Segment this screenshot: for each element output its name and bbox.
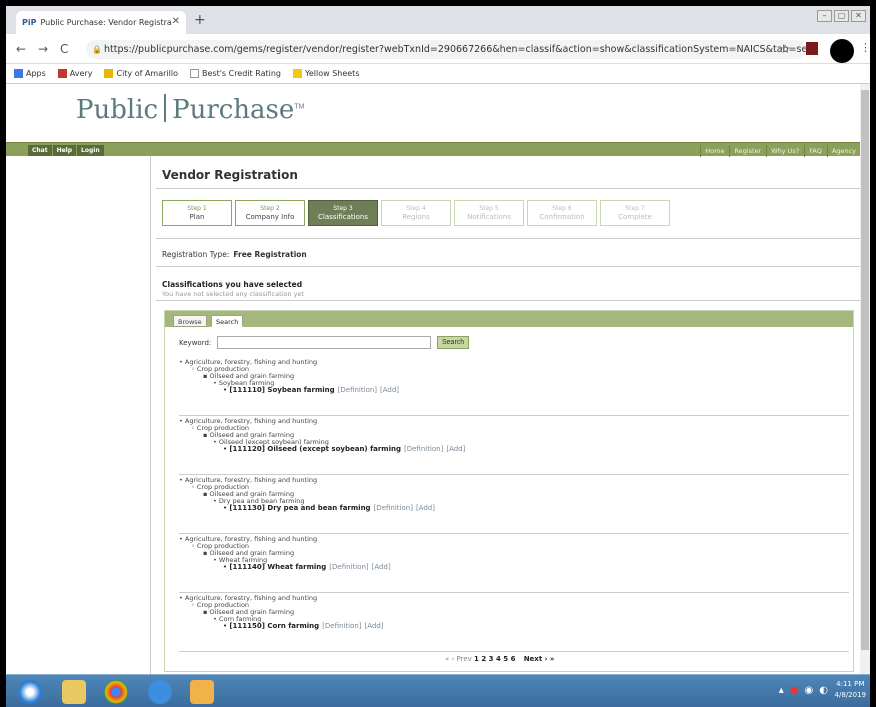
clock[interactable]: 4:11 PM 4/8/2019 [835,679,866,701]
result-item: • Agriculture, forestry, fishing and hun… [179,475,849,534]
tab-browse[interactable]: Browse [173,315,207,327]
step-notifications: Step 5 Notifications [454,200,524,226]
tab-search[interactable]: Search [211,315,244,327]
back-icon[interactable]: ← [16,42,26,56]
minimize-icon[interactable]: – [817,10,832,22]
maximize-icon[interactable]: ▢ [834,10,849,22]
panel-tab-bar: Browse Search [165,311,853,327]
nav-help[interactable]: Help [52,145,77,156]
add-link[interactable]: [Add] [372,563,391,571]
avery-icon [57,69,67,78]
nav-chat[interactable]: Chat [28,145,52,156]
menu-kebab-icon[interactable]: ⋮ [860,41,870,54]
classification-panel: Browse Search Keyword: Search • Agricult… [164,310,854,672]
search-button[interactable]: Search [437,336,470,349]
step-regions: Step 4 Regions [381,200,451,226]
bookmark-city-of-amarillo[interactable]: City of Amarillo [104,69,178,78]
add-link[interactable]: [Add] [446,445,465,453]
main-content: Vendor Registration Step 1 Plan Step 2 Com… [156,156,860,674]
page-icon [189,69,199,78]
step-classifications[interactable]: Step 3 Classifications [308,200,378,226]
scrollbar[interactable] [860,84,870,674]
keyword-label: Keyword: [179,339,212,347]
bookmark-apps[interactable]: Apps [14,69,46,78]
pagination: « ‹ Prev 1 2 3 4 5 6 Next › » [445,655,554,663]
close-window-icon[interactable]: ✕ [851,10,866,22]
reload-icon[interactable]: C [60,42,68,56]
page-numbers[interactable]: 1 2 3 4 5 6 [474,655,515,663]
site-logo[interactable]: Public PurchaseTM [76,94,304,125]
add-link[interactable]: [Add] [380,386,399,394]
keyword-input[interactable] [217,336,431,349]
search-results: • Agriculture, forestry, fishing and hun… [179,357,849,652]
browser-window: PiP Public Purchase: Vendor Registra ✕ +… [6,6,870,674]
address-bar-row: ← → C 🔒 https://publicpurchase.com/gems/… [6,34,870,64]
classifications-heading: Classifications you have selected [162,280,303,289]
close-tab-icon[interactable]: ✕ [172,16,180,27]
step-complete: Step 7 Complete [600,200,670,226]
tab-title: Public Purchase: Vendor Registra [40,18,172,27]
network-icon[interactable]: ◉ [805,685,814,696]
new-tab-icon[interactable]: + [194,12,206,28]
add-link[interactable]: [Add] [416,504,435,512]
page-title: Vendor Registration [162,168,298,182]
taskbar: ▴ ● ◉ ◐ 4:11 PM 4/8/2019 [6,674,870,707]
window-controls: – ▢ ✕ [817,10,866,22]
result-code: [111150] Corn farming [229,622,320,630]
definition-link[interactable]: [Definition] [329,563,368,571]
prev-link[interactable]: « ‹ Prev [445,655,472,663]
internet-explorer-icon[interactable] [148,680,172,704]
next-link[interactable]: Next › » [524,655,555,663]
definition-link[interactable]: [Definition] [374,504,413,512]
chrome-icon[interactable] [104,680,128,704]
app-icon[interactable] [190,680,214,704]
start-icon[interactable] [18,680,42,704]
bookmark-star-icon[interactable]: ☆ [780,42,791,56]
definition-link[interactable]: [Definition] [404,445,443,453]
lock-icon: 🔒 [92,45,102,54]
definition-link[interactable]: [Definition] [338,386,377,394]
add-link[interactable]: [Add] [365,622,384,630]
step-progress: Step 1 Plan Step 2 Company Info Step 3 Clas… [162,200,670,226]
bookmark-yellow-sheets[interactable]: Yellow Sheets [293,69,359,78]
result-item: • Agriculture, forestry, fishing and hun… [179,534,849,593]
browser-tab[interactable]: PiP Public Purchase: Vendor Registra ✕ [16,11,186,34]
page-content: Public PurchaseTM Chat Help Login Home Re… [6,84,860,674]
extension-icon[interactable] [806,42,818,55]
bookmark-bests-credit[interactable]: Best's Credit Rating [189,69,281,78]
favicon-icon: PiP [22,18,37,27]
amarillo-icon [104,69,114,78]
left-column [6,156,151,674]
classifications-empty: You have not selected any classification… [162,290,305,298]
tray-app-icon[interactable]: ● [790,685,799,696]
tray-up-icon[interactable]: ▴ [779,685,784,696]
result-code: [111140] Wheat farming [229,563,327,571]
result-code: [111110] Soybean farming [229,386,335,394]
site-nav: Chat Help Login Home Register Why Us? FA… [6,142,860,157]
definition-link[interactable]: [Definition] [322,622,361,630]
result-item: • Agriculture, forestry, fishing and hun… [179,416,849,475]
volume-icon[interactable]: ◐ [819,685,828,696]
step-company-info[interactable]: Step 2 Company Info [235,200,305,226]
folder-icon [293,69,303,78]
result-code: [111130] Dry pea and bean farming [229,504,371,512]
bookmarks-bar: Apps Avery City of Amarillo Best's Credi… [6,64,870,84]
bookmark-avery[interactable]: Avery [57,69,92,78]
registration-type: Registration Type: Free Registration [162,250,307,259]
system-tray: ▴ ● ◉ ◐ [779,685,828,696]
tab-bar: PiP Public Purchase: Vendor Registra ✕ +… [6,6,870,34]
step-confirmation: Step 6 Confirmation [527,200,597,226]
file-explorer-icon[interactable] [62,680,86,704]
url-text: https://publicpurchase.com/gems/register… [104,44,806,55]
result-item: • Agriculture, forestry, fishing and hun… [179,357,849,416]
avatar[interactable] [830,39,854,63]
step-plan[interactable]: Step 1 Plan [162,200,232,226]
url-field[interactable]: 🔒 https://publicpurchase.com/gems/regist… [86,40,806,59]
forward-icon[interactable]: → [38,42,48,56]
result-code: [111120] Oilseed (except soybean) farmin… [229,445,401,453]
result-item: • Agriculture, forestry, fishing and hun… [179,593,849,652]
nav-login[interactable]: Login [77,145,104,156]
apps-icon [14,69,23,78]
